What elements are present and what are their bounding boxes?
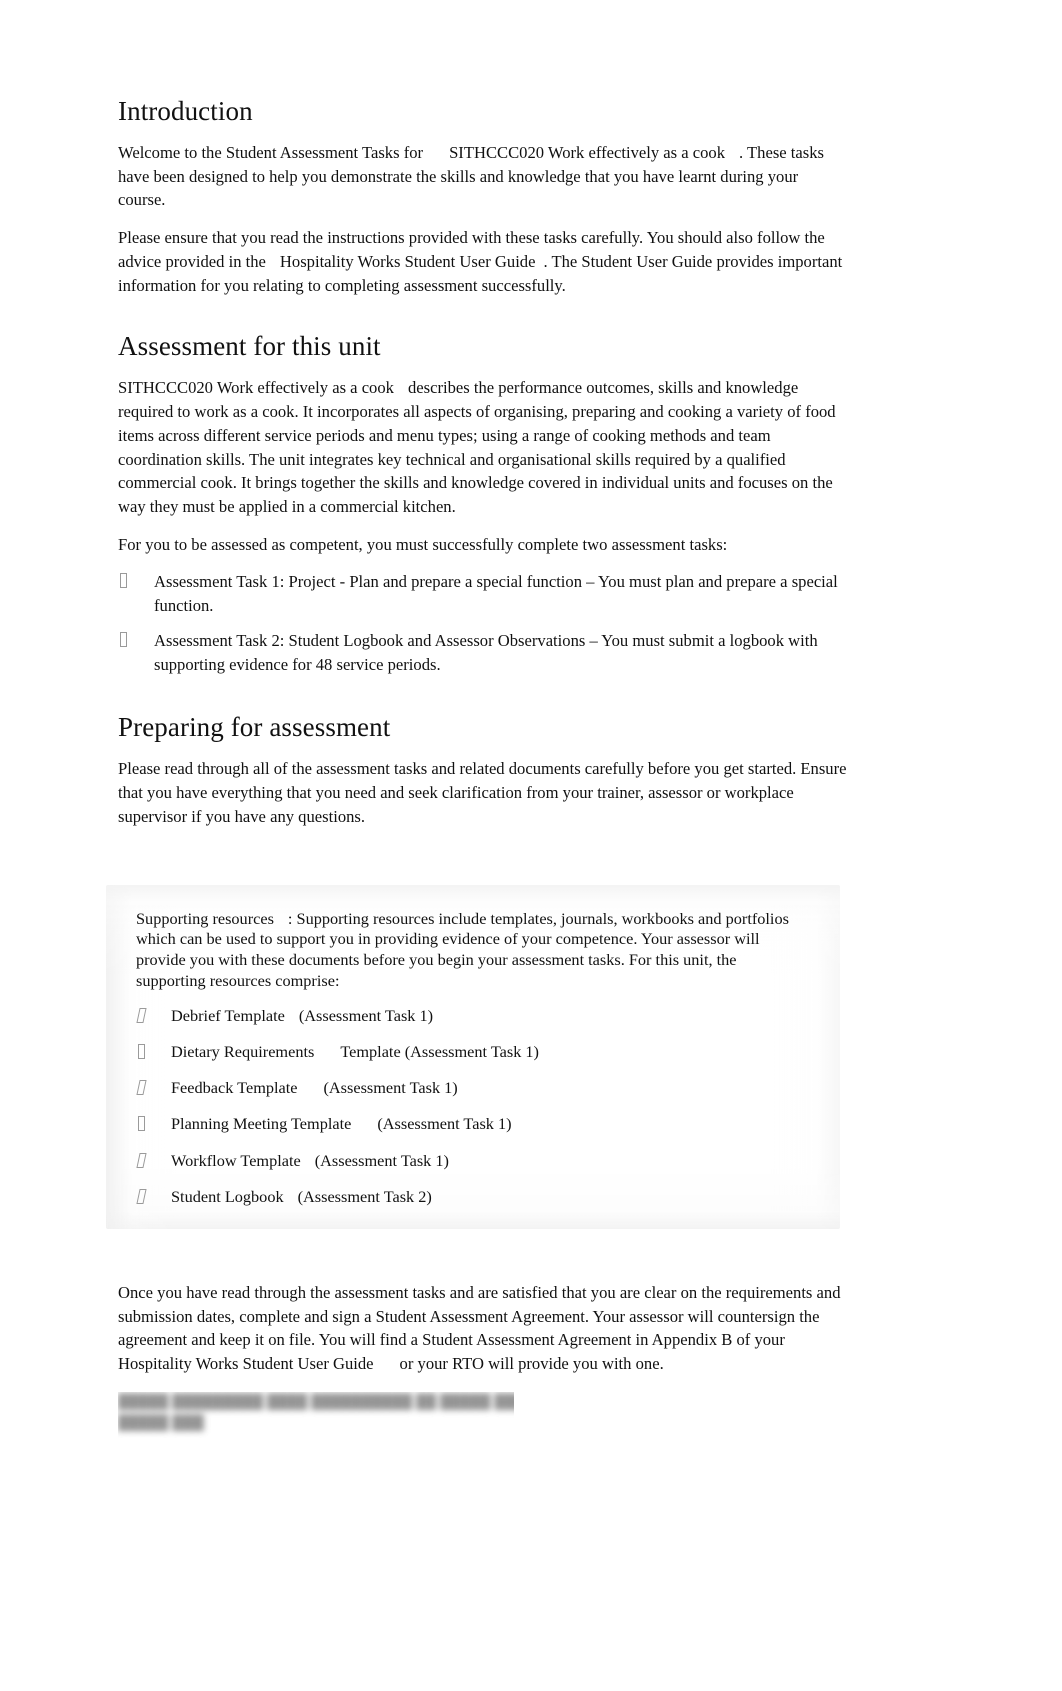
tofu-bullet-icon: [120, 631, 127, 647]
paragraph-unit-description: SITHCCC020 Work effectively as a cook des…: [118, 376, 848, 518]
obscured-footer-line-2: █████ ████: [118, 1415, 204, 1431]
unit-code-title-1: SITHCCC020 Work effectively as a cook: [449, 143, 726, 163]
supporting-resources-label: Supporting resources: [136, 908, 274, 928]
student-user-guide-title-1: Hospitality Works Student User Guide: [279, 251, 536, 271]
list-item: Planning Meeting Template (Assessment Tas…: [136, 1113, 810, 1134]
resource-name: Dietary Requirements: [171, 1042, 315, 1062]
paragraph-closing-part3: or your RTO will provide you with one.: [399, 1354, 664, 1374]
resource-task: (Assessment Task 2): [297, 1186, 432, 1206]
resource-task: (Assessment Task 1): [323, 1078, 458, 1098]
resource-task: (Assessment Task 1): [298, 1005, 434, 1025]
paragraph-preparing: Please read through all of the assessmen…: [118, 759, 847, 826]
list-item: Debrief Template (Assessment Task 1): [136, 1005, 810, 1026]
paragraph-closing: Once you have read through the assessmen…: [118, 1281, 848, 1376]
document-content: Introduction Welcome to the Student Asse…: [118, 96, 848, 1438]
list-item: Assessment Task 2: Student Logbook and A…: [118, 629, 848, 676]
list-item: Student Logbook (Assessment Task 2): [136, 1186, 810, 1207]
supporting-resources-box: Supporting resources: Supporting resourc…: [106, 885, 840, 1229]
tofu-bullet-icon: [136, 1007, 147, 1023]
paragraph-closing-part1: Once you have read through the assessmen…: [118, 1282, 841, 1350]
list-item: Feedback Template (Assessment Task 1): [136, 1077, 810, 1098]
document-page: Introduction Welcome to the Student Asse…: [0, 0, 1062, 1691]
tofu-bullet-icon: [136, 1188, 147, 1204]
heading-preparing-for-assessment: Preparing for assessment: [118, 712, 391, 743]
heading-assessment-for-this-unit: Assessment for this unit: [118, 331, 381, 362]
obscured-footer-line-1: █████ █████████ ████ ██████████ ██ █████…: [118, 1394, 514, 1410]
resource-task: (Assessment Task 1): [314, 1150, 449, 1170]
heading-introduction: Introduction: [118, 96, 253, 126]
list-item: Assessment Task 1: Project - Plan and pr…: [118, 570, 848, 617]
assessment-tasks-list: Assessment Task 1: Project - Plan and pr…: [118, 570, 848, 676]
list-item-label: Assessment Task 2: Student Logbook and A…: [154, 630, 818, 674]
tofu-bullet-icon: [138, 1044, 145, 1060]
supporting-resources-intro: Supporting resources: Supporting resourc…: [136, 909, 810, 992]
paragraph-welcome-part1: Welcome to the Student Assessment Tasks …: [118, 143, 424, 163]
obscured-footer: █████ █████████ ████ ██████████ ██ █████…: [118, 1392, 514, 1438]
resource-task: Template (Assessment Task 1): [340, 1042, 539, 1062]
student-user-guide-title-2: Hospitality Works Student User Guide: [118, 1354, 374, 1374]
tofu-bullet-icon: [138, 1116, 145, 1132]
resource-name: Debrief Template: [171, 1005, 285, 1025]
resource-name: Student Logbook: [171, 1186, 284, 1206]
unit-code-title-2: SITHCCC020 Work effectively as a cook: [118, 378, 394, 398]
paragraph-instructions: Please ensure that you read the instruct…: [118, 226, 848, 297]
list-item-label: Assessment Task 1: Project - Plan and pr…: [154, 572, 838, 616]
supporting-resources-list: Debrief Template (Assessment Task 1) Diet…: [136, 1005, 810, 1207]
paragraph-unit-description-body: describes the performance outcomes, skil…: [118, 378, 836, 516]
resource-name: Planning Meeting Template: [171, 1114, 352, 1134]
tofu-bullet-icon: [120, 573, 127, 589]
resource-name: Feedback Template: [171, 1078, 298, 1098]
resource-name: Workflow Template: [171, 1150, 301, 1170]
resource-task: (Assessment Task 1): [377, 1114, 512, 1134]
paragraph-competent-intro: For you to be assessed as competent, you…: [118, 534, 728, 554]
tofu-bullet-icon: [136, 1152, 147, 1168]
obscured-footer-inner: █████ █████████ ████ ██████████ ██ █████…: [118, 1392, 514, 1434]
list-item: Dietary Requirements Template (Assessment…: [136, 1041, 810, 1062]
list-item: Workflow Template (Assessment Task 1): [136, 1150, 810, 1171]
paragraph-welcome: Welcome to the Student Assessment Tasks …: [118, 141, 848, 212]
tofu-bullet-icon: [136, 1080, 147, 1096]
